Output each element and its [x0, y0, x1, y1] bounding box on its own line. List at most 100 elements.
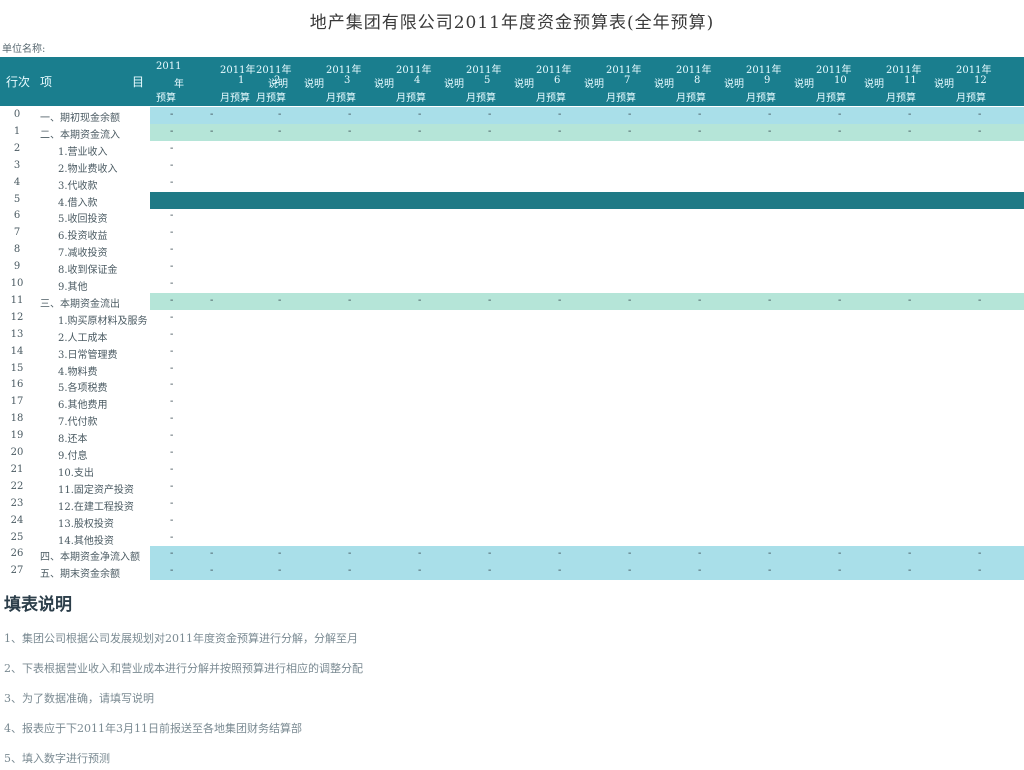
table-row: 1 二、本期资金流入 - - - - - - - - - - - - -: [0, 123, 1024, 141]
cell-value: -: [628, 125, 632, 137]
table-row: 20 9.付息 -: [0, 445, 1024, 462]
cell-value: -: [170, 109, 174, 120]
header-month-year: 2011年: [956, 65, 992, 76]
cell-value: -: [210, 125, 214, 137]
cell-value: -: [170, 413, 174, 425]
cell-value: -: [698, 294, 702, 306]
row-label: 4.借入款: [58, 197, 98, 209]
row-number: 8: [13, 244, 21, 256]
header-month-budget: 月预算: [256, 93, 286, 104]
cell-value: -: [170, 244, 174, 256]
header-month-budget: 月预算: [886, 93, 916, 104]
row-label: 6.其他费用: [58, 400, 108, 412]
cell-value: -: [628, 565, 632, 577]
row-number: 16: [10, 379, 24, 391]
header-month-year: 2011: [156, 61, 182, 72]
row-label: 8.还本: [58, 434, 88, 446]
cell-value: -: [768, 125, 772, 137]
header-month-year: 2011年: [676, 65, 712, 76]
cell-value: -: [768, 548, 772, 560]
cell-value: -: [838, 125, 842, 137]
row-number: 14: [10, 345, 24, 357]
cell-value: -: [418, 109, 422, 120]
row-number: 12: [10, 311, 24, 323]
table-row: 15 4.物料费 -: [0, 361, 1024, 378]
row-number: 17: [10, 396, 24, 408]
report-title: 地产集团有限公司2011年度资金预算表(全年预算): [309, 13, 715, 33]
header-month-budget: 月预算: [606, 93, 636, 104]
header-month-number: 7: [624, 75, 631, 86]
cell-value: -: [488, 109, 492, 120]
header-month-budget: 月预算: [396, 93, 426, 104]
unit-name-label: 单位名称:: [2, 44, 46, 55]
row-label: 6.投资收益: [58, 231, 108, 243]
table-row: 5 4.借入款: [0, 191, 1024, 209]
row-number: 0: [13, 109, 21, 120]
row-label: 10.支出: [58, 467, 94, 479]
header-month-number: 8: [694, 75, 701, 86]
table-row: 16 5.各项税费 -: [0, 377, 1024, 394]
row-label: 四、本期资金净流入额: [40, 552, 140, 564]
row-label: 8.收到保证金: [58, 265, 118, 277]
row-label: 5.收回投资: [58, 214, 108, 226]
cell-value: -: [558, 565, 562, 577]
table-row: 3 2.物业费收入 -: [0, 158, 1024, 175]
cell-value: -: [418, 548, 422, 560]
header-month-budget: 月预算: [956, 93, 986, 104]
table-row: 17 6.其他费用 -: [0, 394, 1024, 411]
header-month-note: 说明: [304, 79, 324, 90]
header-month-number: 4: [414, 75, 421, 86]
table-row: 12 1.购买原材料及服务 -: [0, 310, 1024, 327]
header-month-number: 9: [764, 75, 771, 86]
row-number: 19: [10, 430, 24, 442]
row-number: 11: [10, 294, 24, 306]
cell-value: -: [170, 497, 174, 509]
header-item-right: 目: [132, 75, 145, 89]
cell-value: -: [278, 125, 282, 137]
cell-value: -: [210, 548, 214, 560]
row-number: 24: [10, 514, 24, 526]
header-month-number: 10: [834, 75, 847, 86]
cell-value: -: [978, 125, 982, 137]
table-row: 19 8.还本 -: [0, 428, 1024, 445]
header-month-budget: 预算: [156, 93, 176, 104]
cell-value: -: [170, 210, 174, 222]
row-label: 1.购买原材料及服务: [58, 315, 148, 327]
row-label: 11.固定资产投资: [58, 484, 134, 496]
row-number: 25: [10, 531, 24, 543]
row-label: 五、期末资金余额: [40, 569, 120, 581]
row-number: 1: [13, 125, 21, 137]
cell-value: -: [558, 125, 562, 137]
table-row: 23 12.在建工程投资 -: [0, 496, 1024, 513]
row-number: 5: [13, 193, 21, 205]
header-month-year: 2011年: [606, 65, 642, 76]
table-row: 11 三、本期资金流出 - - - - - - - - - - - - -: [0, 292, 1024, 310]
table-row: 2 1.营业收入 -: [0, 141, 1024, 158]
cell-value: -: [908, 109, 912, 120]
row-number: 4: [13, 176, 21, 188]
table-row: 25 14.其他投资 -: [0, 530, 1024, 547]
header-month-number: 6: [554, 75, 561, 86]
cell-value: -: [348, 109, 352, 120]
cell-value: -: [170, 261, 174, 273]
cell-value: -: [278, 294, 282, 306]
row-label: 三、本期资金流出: [40, 298, 120, 310]
row-number: 27: [10, 565, 24, 577]
cell-value: -: [170, 514, 174, 526]
cell-value: -: [908, 548, 912, 560]
table-row: 22 11.固定资产投资 -: [0, 479, 1024, 496]
header-month-note: 说明: [584, 79, 604, 90]
cell-value: -: [978, 548, 982, 560]
cell-value: -: [698, 548, 702, 560]
cell-value: -: [278, 565, 282, 577]
table-row: 4 3.代收款 -: [0, 175, 1024, 192]
cell-value: -: [170, 396, 174, 408]
header-month-budget: 月预算: [746, 93, 776, 104]
cell-value: -: [170, 362, 174, 374]
cell-value: -: [170, 447, 174, 458]
row-label: 二、本期资金流入: [40, 129, 120, 141]
table-row: 18 7.代付款 -: [0, 411, 1024, 428]
header-month-year: 2011年: [326, 65, 362, 76]
table-header: 行次 项 目 2011 年预算 2011年 1 月预算 说明 2011年 2 月预算 说明 2011…: [0, 57, 1024, 106]
cell-value: -: [170, 311, 174, 323]
